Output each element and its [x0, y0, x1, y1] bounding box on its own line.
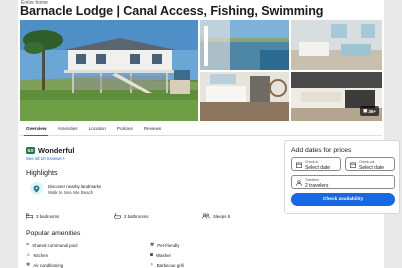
kitchen-icon: ♨ [26, 252, 31, 258]
photo-living-room[interactable] [291, 20, 382, 70]
pool-icon: ≈ [26, 242, 30, 248]
chevron-right-icon: › [62, 156, 65, 162]
photo-dining-room[interactable]: ▣ 36+ [291, 72, 382, 121]
bathrooms-stat: 2 bathrooms [114, 213, 148, 219]
highlight-title: Discover nearby landmarks [48, 184, 102, 189]
page-title: Barnacle Lodge | Canal Access, Fishing, … [20, 4, 324, 18]
amenity-item: ♨ Kitchen [26, 252, 48, 258]
amenity-label: Shared communal pool [32, 242, 78, 248]
bathrooms-text: 2 bathrooms [124, 213, 149, 219]
tab-policies[interactable]: Policies [117, 122, 133, 136]
photo-gallery-icon: ▣ [363, 108, 368, 113]
bed-icon [26, 213, 33, 219]
travelers-label: Travelers [305, 177, 320, 182]
highlights-heading: Highlights [26, 168, 58, 177]
bedrooms-text: 3 bedrooms [36, 213, 60, 219]
washer-icon: ◙ [150, 252, 154, 258]
amenities-heading: Popular amenities [26, 230, 81, 237]
booking-title: Add dates for prices [291, 147, 352, 154]
main-photo[interactable] [20, 20, 198, 121]
amenity-label: Air conditioning [33, 262, 64, 268]
amenity-label: Kitchen [33, 252, 49, 258]
bedrooms-stat: 3 bedrooms [26, 213, 59, 219]
sleeps-stat: Sleeps 8 [202, 213, 230, 219]
section-tabs: Overview Amenities Location Policies Rev… [20, 122, 382, 136]
checkout-value: Select date [359, 164, 385, 171]
travelers-value: 2 travelers [305, 182, 329, 189]
checkout-label: Check-out [359, 159, 375, 164]
amenity-item: ♆ Barbecue grill [150, 262, 184, 268]
checkin-field[interactable]: Check-in Select date [291, 157, 341, 171]
people-icon [202, 213, 210, 219]
amenity-label: Barbecue grill [156, 262, 184, 268]
photo-kitchen[interactable] [200, 72, 289, 121]
bathtub-icon [114, 213, 121, 219]
amenity-item: ✻ Air conditioning [26, 262, 63, 268]
rating-badge: 8.0 [26, 147, 35, 154]
canal-image [200, 20, 289, 70]
snowflake-icon: ✻ [26, 262, 31, 268]
person-icon [296, 180, 302, 186]
calendar-icon [296, 162, 302, 168]
see-reviews-link[interactable]: See all 10 reviews › [26, 156, 65, 162]
see-reviews-text: See all 10 reviews [26, 156, 62, 161]
tab-amenities[interactable]: Amenities [57, 122, 77, 136]
amenity-label: Pet-friendly [157, 242, 180, 248]
living-room-image [291, 20, 382, 70]
location-pin-icon [30, 182, 43, 195]
travelers-field[interactable]: Travelers 2 travelers [291, 175, 395, 189]
checkout-field[interactable]: Check-out Select date [345, 157, 395, 171]
check-availability-button[interactable]: Check availability [291, 193, 395, 206]
highlight-subtitle: Walk to Sea Isle Beach [48, 190, 94, 195]
more-photos-count: 36+ [368, 108, 376, 114]
booking-card: Add dates for prices Check-in Select dat… [284, 140, 400, 214]
tab-location[interactable]: Location [89, 122, 106, 136]
checkin-label: Check-in [305, 159, 319, 164]
grill-icon: ♆ [150, 262, 154, 268]
paw-icon: ✾ [150, 242, 155, 248]
tab-reviews[interactable]: Reviews [144, 122, 161, 136]
listing-page: Entire home Barnacle Lodge | Canal Acces… [18, 0, 400, 268]
amenity-label: Washer [156, 252, 171, 258]
rating-label: Wonderful [38, 146, 75, 155]
tab-overview[interactable]: Overview [23, 122, 49, 136]
kitchen-image [200, 72, 289, 121]
amenity-item: ✾ Pet-friendly [150, 242, 179, 248]
checkin-value: Select date [305, 164, 331, 171]
more-photos-button[interactable]: ▣ 36+ [360, 106, 379, 116]
sleeps-text: Sleeps 8 [213, 213, 231, 219]
amenity-item: ◙ Washer [150, 252, 171, 258]
calendar-icon [350, 162, 356, 168]
house-exterior-image [20, 20, 198, 121]
photo-canal-view[interactable] [200, 20, 289, 70]
page-background: Entire home Barnacle Lodge | Canal Acces… [0, 0, 402, 268]
amenity-item: ≈ Shared communal pool [26, 242, 77, 248]
photo-gallery: ▣ 36+ [20, 20, 382, 122]
